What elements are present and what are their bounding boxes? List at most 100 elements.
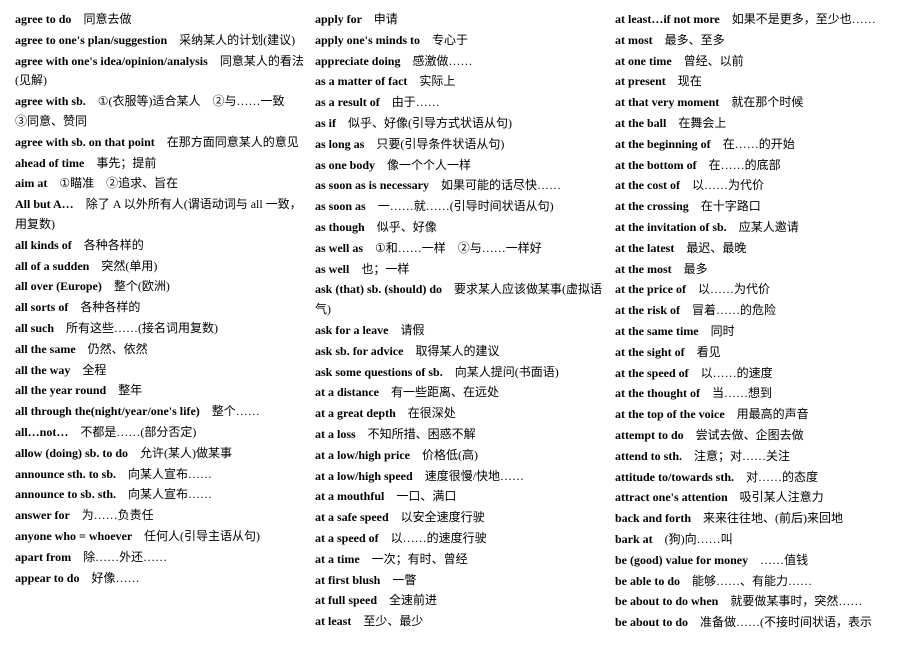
entry-english: as well — [315, 262, 361, 276]
list-item: all kinds of 各种各样的 — [15, 236, 305, 256]
entry-chinese: 最迟、最晚 — [686, 241, 746, 255]
list-item: anyone who = whoever 任何人(引导主语从句) — [15, 527, 305, 547]
entry-chinese: 由于…… — [392, 95, 440, 109]
list-item: at the latest 最迟、最晚 — [615, 239, 905, 259]
entry-chinese: (狗)向……叫 — [665, 532, 733, 546]
entry-english: agree to do — [15, 12, 83, 26]
entry-english: allow (doing) sb. to do — [15, 446, 140, 460]
entry-english: at full speed — [315, 593, 389, 607]
entry-chinese: 向某人宣布…… — [128, 487, 212, 501]
entry-english: at the invitation of sb. — [615, 220, 739, 234]
entry-english: as soon as — [315, 199, 378, 213]
entry-english: as if — [315, 116, 348, 130]
entry-chinese: 对……的态度 — [746, 470, 818, 484]
entry-english: at least — [315, 614, 363, 628]
entry-english: apply for — [315, 12, 374, 26]
entry-chinese: 只要(引导条件状语从句) — [376, 137, 504, 151]
list-item: aim at ①瞄准 ②追求、旨在 — [15, 174, 305, 194]
list-item: at a speed of 以……的速度行驶 — [315, 529, 605, 549]
entry-english: at most — [615, 33, 665, 47]
entry-chinese: ①和……一样 ②与……一样好 — [375, 241, 542, 255]
entry-chinese: 似乎、好像 — [377, 220, 437, 234]
list-item: at the risk of 冒着……的危险 — [615, 301, 905, 321]
list-item: at first blush 一瞥 — [315, 571, 605, 591]
entry-english: all the year round — [15, 383, 118, 397]
entry-english: all…not… — [15, 425, 80, 439]
list-item: announce to sb. sth. 向某人宣布…… — [15, 485, 305, 505]
entry-english: attend to sth. — [615, 449, 694, 463]
entry-english: at a great depth — [315, 406, 408, 420]
list-item: at least 至少、最少 — [315, 612, 605, 632]
entry-chinese: 在……的开始 — [723, 137, 795, 151]
entry-chinese: 似乎、好像(引导方式状语从句) — [348, 116, 512, 130]
entry-english: at a time — [315, 552, 372, 566]
list-item: agree to one's plan/suggestion 采纳某人的计划(建… — [15, 31, 305, 51]
entry-english: attract one's attention — [615, 490, 740, 504]
list-item: at a mouthful 一口、满口 — [315, 487, 605, 507]
list-item: as well 也；一样 — [315, 260, 605, 280]
list-item: at most 最多、至多 — [615, 31, 905, 51]
list-item: attract one's attention 吸引某人注意力 — [615, 488, 905, 508]
entry-chinese: ……值钱 — [760, 553, 808, 567]
list-item: ask (that) sb. (should) do 要求某人应该做某事(虚拟语… — [315, 280, 605, 320]
entry-english: back and forth — [615, 511, 703, 525]
entry-english: at the crossing — [615, 199, 701, 213]
entry-chinese: 以安全速度行驶 — [401, 510, 485, 524]
list-item: ask some questions of sb. 向某人提问(书面语) — [315, 363, 605, 383]
list-item: as a result of 由于…… — [315, 93, 605, 113]
entry-chinese: 就要做某事时，突然…… — [730, 594, 862, 608]
list-item: bark at (狗)向……叫 — [615, 530, 905, 550]
entry-chinese: 如果不是更多，至少也…… — [732, 12, 876, 26]
list-item: at least…if not more 如果不是更多，至少也…… — [615, 10, 905, 30]
column-2: apply for 申请apply one's minds to 专心于appr… — [315, 10, 605, 634]
entry-english: at a distance — [315, 385, 391, 399]
entry-english: at that very moment — [615, 95, 731, 109]
entry-chinese: 感激做…… — [412, 54, 472, 68]
entry-english: all of a sudden — [15, 259, 101, 273]
entry-chinese: 请假 — [400, 323, 424, 337]
main-content: agree to do 同意去做 agree to one's plan/sugg… — [15, 10, 905, 634]
list-item: as well as ①和……一样 ②与……一样好 — [315, 239, 605, 259]
entry-chinese: 在十字路口 — [701, 199, 761, 213]
entry-chinese: 以……的速度行驶 — [391, 531, 487, 545]
list-item: all through the(night/year/one's life) 整… — [15, 402, 305, 422]
entry-english: at the latest — [615, 241, 686, 255]
list-item: as though 似乎、好像 — [315, 218, 605, 238]
entry-english: all the same — [15, 342, 88, 356]
list-item: ask for a leave 请假 — [315, 321, 605, 341]
entry-english: aim at — [15, 176, 59, 190]
entry-chinese: 向某人提问(书面语) — [455, 365, 559, 379]
entry-chinese: 一……就……(引导时间状语从句) — [378, 199, 554, 213]
entry-chinese: 一瞥 — [392, 573, 416, 587]
entry-english: ask some questions of sb. — [315, 365, 455, 379]
entry-english: as a result of — [315, 95, 392, 109]
entry-chinese: 最多 — [684, 262, 708, 276]
list-item: ask sb. for advice 取得某人的建议 — [315, 342, 605, 362]
list-item: be able to do 能够……、有能力…… — [615, 572, 905, 592]
list-item: allow (doing) sb. to do 允许(某人)做某事 — [15, 444, 305, 464]
list-item: be about to do 准备做……(不接时间状语，表示 — [615, 613, 905, 633]
list-item: at the crossing 在十字路口 — [615, 197, 905, 217]
list-item: at a loss 不知所措、困惑不解 — [315, 425, 605, 445]
entry-chinese: 取得某人的建议 — [415, 344, 499, 358]
list-item: at the beginning of 在……的开始 — [615, 135, 905, 155]
entry-english: at a loss — [315, 427, 368, 441]
entry-chinese: 同意去做 — [83, 12, 131, 26]
entry-chinese: 在……的底部 — [709, 158, 781, 172]
entry-chinese: 以……为代价 — [692, 178, 764, 192]
entry-chinese: 看见 — [697, 345, 721, 359]
entry-english: be about to do when — [615, 594, 730, 608]
entry-chinese: 允许(某人)做某事 — [140, 446, 232, 460]
column-1: agree to do 同意去做 agree to one's plan/sugg… — [15, 10, 305, 634]
list-item: at that very moment 就在那个时候 — [615, 93, 905, 113]
entry-chinese: 全程 — [82, 363, 106, 377]
list-item: as one body 像一个个人一样 — [315, 156, 605, 176]
entry-english: attitude to/towards sth. — [615, 470, 746, 484]
entry-chinese: ①瞄准 ②追求、旨在 — [59, 176, 178, 190]
entry-chinese: 实际上 — [419, 74, 455, 88]
entry-english: be (good) value for money — [615, 553, 760, 567]
list-item: at a great depth 在很深处 — [315, 404, 605, 424]
list-item: answer for 为……负责任 — [15, 506, 305, 526]
list-item: all such 所有这些……(接名词用复数) — [15, 319, 305, 339]
list-item: all of a sudden 突然(单用) — [15, 257, 305, 277]
